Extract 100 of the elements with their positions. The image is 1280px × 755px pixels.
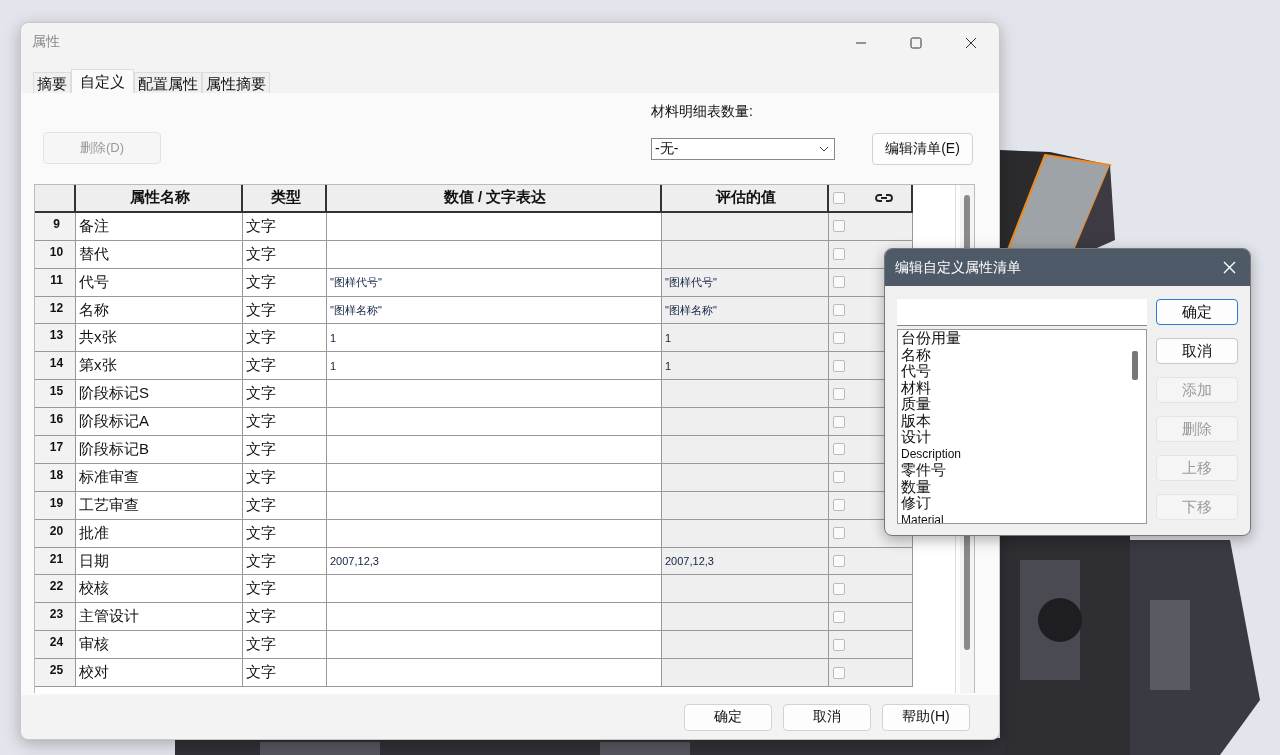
table-cell: "图样名称" — [327, 296, 662, 325]
table-cell: "图样代号" — [662, 268, 829, 297]
tab[interactable]: 属性摘要 — [202, 72, 270, 93]
table-cell: 批准 — [76, 519, 243, 548]
checkbox[interactable] — [833, 527, 845, 540]
table-cell: 1 — [327, 324, 662, 353]
row-number: 23 — [35, 603, 76, 632]
row-number: 22 — [35, 575, 76, 604]
list-item[interactable]: Description — [901, 445, 1126, 462]
table-cell: 文字 — [243, 408, 327, 436]
dialog-button[interactable]: 确定 — [684, 703, 772, 731]
checkbox[interactable] — [833, 359, 845, 372]
row-number: 18 — [35, 463, 76, 492]
table-cell: 阶段标记S — [76, 380, 243, 409]
checkbox[interactable] — [833, 248, 845, 261]
table-cell: 文字 — [243, 519, 327, 548]
table-cell: 文字 — [243, 268, 327, 297]
table-cell: 审核 — [76, 631, 243, 660]
table-cell: 2007,12,3 — [662, 547, 829, 576]
edit-list-button[interactable]: 编辑清单(E) — [872, 133, 973, 165]
row-number: 25 — [35, 659, 76, 688]
table-cell: 文字 — [243, 352, 327, 381]
checkbox[interactable] — [833, 220, 845, 233]
dialog-button[interactable]: 取消 — [1156, 338, 1238, 364]
table-cell: 阶段标记B — [76, 436, 243, 464]
checkbox[interactable] — [833, 638, 845, 651]
checkbox[interactable] — [833, 610, 845, 623]
close-icon[interactable] — [965, 37, 977, 49]
table-cell: 代号 — [76, 268, 243, 297]
table-cell: 文字 — [243, 631, 327, 660]
dialog-button[interactable]: 帮助(H) — [882, 703, 970, 731]
list-item[interactable]: 质量 — [901, 396, 1126, 413]
checkbox[interactable] — [833, 471, 845, 484]
dialog-button[interactable]: 取消 — [783, 703, 871, 731]
list-item[interactable]: 设计 — [901, 429, 1126, 446]
list-item[interactable]: 台份用量 — [901, 330, 1126, 347]
table-cell: 文字 — [243, 380, 327, 409]
list-item[interactable]: 名称 — [901, 346, 1126, 363]
link-icon — [875, 192, 893, 203]
list-item[interactable]: 零件号 — [901, 462, 1126, 479]
table-cell: 文字 — [243, 324, 327, 353]
checkbox[interactable] — [833, 331, 845, 344]
table-cell: "图样名称" — [662, 296, 829, 325]
table-cell: 文字 — [243, 575, 327, 604]
table-cell: 文字 — [243, 463, 327, 492]
row-number: 15 — [35, 380, 76, 409]
column-header: 属性名称 — [76, 185, 243, 213]
list-item[interactable]: 代号 — [901, 363, 1126, 380]
checkbox[interactable] — [833, 191, 845, 204]
checkbox[interactable] — [833, 304, 845, 316]
row-number: 17 — [35, 436, 76, 464]
tab[interactable]: 配置属性 — [134, 72, 202, 93]
checkbox[interactable] — [833, 276, 845, 289]
table-cell: 标准审查 — [76, 463, 243, 492]
table-cell: 文字 — [243, 491, 327, 520]
row-number: 11 — [35, 268, 76, 297]
checkbox[interactable] — [833, 555, 845, 567]
table-cell: "图样代号" — [327, 268, 662, 297]
input-field[interactable] — [897, 299, 1147, 326]
table-cell: 校对 — [76, 659, 243, 688]
table-cell: 名称 — [76, 296, 243, 325]
table-cell: 2007,12,3 — [327, 547, 662, 576]
table-cell: 主管设计 — [76, 603, 243, 632]
row-number: 20 — [35, 519, 76, 548]
column-header: 评估的值 — [662, 185, 829, 213]
checkbox[interactable] — [833, 415, 845, 428]
column-header: 数值 / 文字表达 — [327, 185, 662, 213]
list-item[interactable]: 版本 — [901, 412, 1126, 429]
row-number: 21 — [35, 547, 76, 576]
row-number: 12 — [35, 296, 76, 325]
checkbox[interactable] — [833, 499, 845, 512]
list-item[interactable]: 材料 — [901, 379, 1126, 396]
table-cell: 文字 — [243, 296, 327, 325]
row-number: 16 — [35, 408, 76, 436]
bom-quantity-dropdown[interactable]: -无- — [651, 138, 835, 160]
dialog-title: 编辑自定义属性清单 — [895, 258, 1021, 277]
maximize-icon[interactable] — [910, 37, 922, 49]
checkbox[interactable] — [833, 443, 845, 456]
row-number: 14 — [35, 352, 76, 381]
table-cell: 文字 — [243, 212, 327, 241]
dialog-button[interactable]: 确定 — [1156, 299, 1238, 325]
checkbox[interactable] — [833, 582, 845, 595]
table-cell: 1 — [327, 352, 662, 381]
tab[interactable]: 摘要 — [33, 72, 71, 93]
table-cell: 工艺审查 — [76, 491, 243, 520]
row-number: 24 — [35, 631, 76, 660]
table-cell: 文字 — [243, 659, 327, 688]
tab[interactable]: 自定义 — [71, 69, 134, 93]
window-title: 属性 — [32, 33, 60, 51]
table-cell: 文字 — [243, 436, 327, 464]
chevron-icon — [819, 146, 829, 152]
list-item[interactable]: Material — [901, 511, 1126, 523]
table-cell: 1 — [662, 352, 829, 381]
table-cell: 校核 — [76, 575, 243, 604]
table-cell: 日期 — [76, 547, 243, 576]
checkbox[interactable] — [833, 666, 845, 679]
list-item[interactable]: 数量 — [901, 478, 1126, 495]
row-number: 13 — [35, 324, 76, 353]
list-item[interactable]: 修订 — [901, 495, 1126, 512]
checkbox[interactable] — [833, 387, 845, 400]
